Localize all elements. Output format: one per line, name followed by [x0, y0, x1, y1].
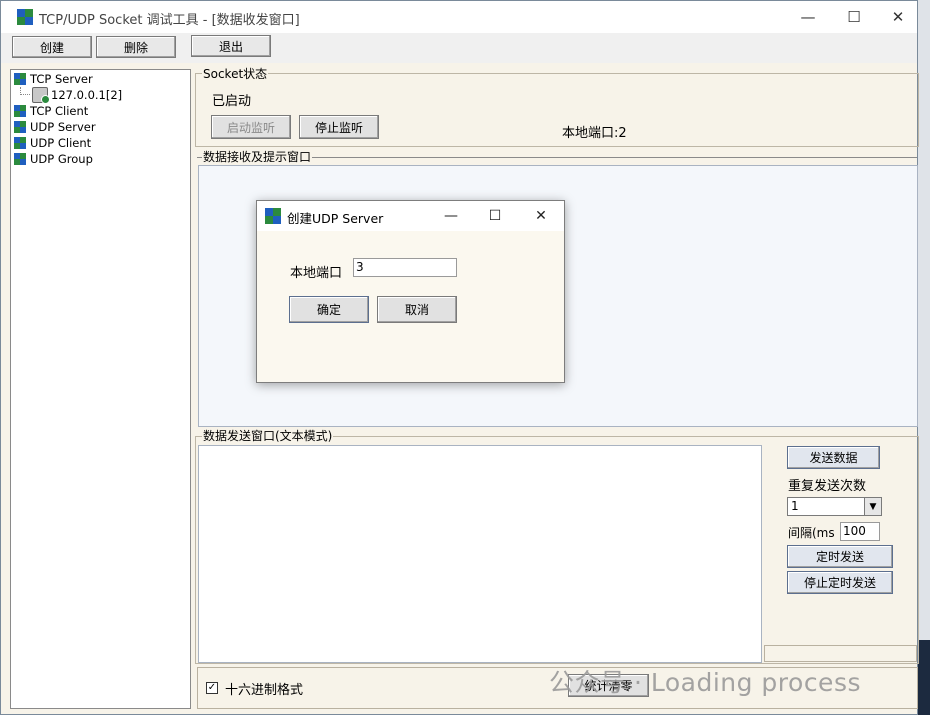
tree-item-label: TCP Client: [30, 104, 89, 118]
tree-node-icon: [14, 121, 26, 133]
watermark-text: 公众号 · Loading process: [549, 668, 861, 697]
app-icon: [17, 9, 33, 25]
dialog-minimize-button[interactable]: —: [428, 201, 474, 231]
repeat-count-select[interactable]: 1 ▼: [787, 497, 882, 516]
tree-item-udp-group[interactable]: UDP Group: [14, 151, 93, 167]
hex-format-label: 十六进制格式: [225, 683, 304, 698]
tree-item-udp-client[interactable]: UDP Client: [14, 135, 91, 151]
background-window-strip: [918, 0, 930, 640]
interval-label: 间隔(ms: [788, 526, 835, 540]
start-listen-button[interactable]: 启动监听: [211, 115, 291, 139]
send-data-button[interactable]: 发送数据: [787, 446, 880, 469]
repeat-count-value: 1: [791, 499, 799, 513]
dialog-ok-button[interactable]: 确定: [289, 296, 369, 323]
stop-listen-button[interactable]: 停止监听: [299, 115, 379, 139]
tree-item-label: UDP Client: [30, 136, 92, 150]
window-title: TCP/UDP Socket 调试工具 - [数据收发窗口]: [39, 13, 300, 28]
send-group-label: 数据发送窗口(文本模式): [202, 429, 334, 443]
tree-node-icon: [14, 73, 26, 85]
close-button[interactable]: ✕: [875, 1, 921, 33]
tree-node-icon: [14, 105, 26, 117]
minimize-button[interactable]: —: [785, 1, 831, 33]
dialog-title: 创建UDP Server: [287, 211, 384, 226]
delete-button[interactable]: 删除: [96, 36, 176, 58]
tree-item-label: TCP Server: [30, 72, 93, 86]
dialog-cancel-button[interactable]: 取消: [377, 296, 457, 323]
repeat-count-label: 重复发送次数: [788, 479, 867, 494]
toolbar: 创建 删除 退出: [1, 33, 917, 63]
hex-format-checkbox[interactable]: ✓: [206, 682, 218, 694]
create-button[interactable]: 创建: [12, 36, 92, 58]
dialog-app-icon: [265, 208, 281, 224]
recv-group-label: 数据接收及提示窗口: [202, 150, 313, 164]
exit-button[interactable]: 退出: [191, 35, 271, 57]
tree-item-tcp-client[interactable]: TCP Client: [14, 103, 88, 119]
tree-connector-line: [20, 87, 30, 95]
dialog-port-label: 本地端口: [290, 266, 343, 281]
title-bar[interactable]: TCP/UDP Socket 调试工具 - [数据收发窗口] — ☐ ✕: [1, 1, 917, 33]
maximize-button[interactable]: ☐: [831, 1, 877, 33]
dialog-port-input[interactable]: 3: [353, 258, 457, 277]
create-udp-server-dialog: 创建UDP Server — ☐ ✕ 本地端口 3 确定 取消: [256, 200, 565, 383]
connection-icon: [32, 87, 50, 104]
dialog-title-bar[interactable]: 创建UDP Server — ☐ ✕: [257, 201, 564, 231]
tree-item-tcp-server[interactable]: TCP Server: [14, 71, 93, 87]
tree-item-label: 127.0.0.1[2]: [51, 88, 123, 102]
timed-send-button[interactable]: 定时发送: [787, 545, 893, 568]
tree-item-connection[interactable]: 127.0.0.1[2]: [32, 87, 123, 104]
dialog-close-button[interactable]: ✕: [518, 201, 564, 231]
tree-node-icon: [14, 153, 26, 165]
chevron-down-icon[interactable]: ▼: [864, 498, 881, 515]
socket-status-text: 已启动: [212, 94, 252, 109]
tree-item-label: UDP Server: [30, 120, 96, 134]
socket-status-label: Socket状态: [202, 67, 269, 81]
stop-timed-send-button[interactable]: 停止定时发送: [787, 571, 893, 594]
main-window: TCP/UDP Socket 调试工具 - [数据收发窗口] — ☐ ✕ 创建 …: [0, 0, 919, 715]
interval-input[interactable]: 100: [840, 522, 880, 541]
tree-node-icon: [14, 137, 26, 149]
dialog-maximize-button[interactable]: ☐: [472, 201, 518, 231]
stats-box: [764, 645, 917, 662]
tree-item-label: UDP Group: [30, 152, 93, 166]
socket-tree[interactable]: TCP Server 127.0.0.1[2] TCP Client UDP S…: [10, 69, 191, 709]
local-port-label: 本地端口:2: [562, 126, 627, 141]
tree-item-udp-server[interactable]: UDP Server: [14, 119, 96, 135]
send-text-area[interactable]: [198, 445, 762, 663]
